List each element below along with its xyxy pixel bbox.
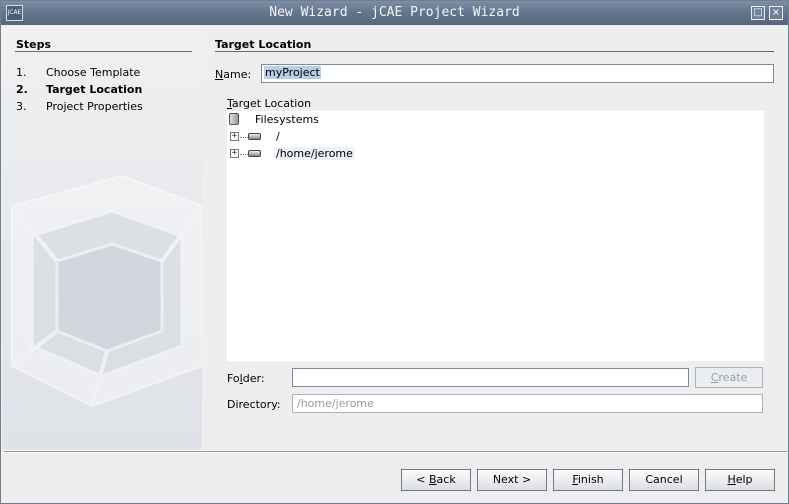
tree-node-label: /home/jerome	[274, 147, 355, 160]
target-location-label-rest: arget Location	[231, 97, 312, 110]
tree-connector	[240, 154, 248, 155]
name-label-rest: ame:	[223, 68, 252, 81]
tree-root-label: Filesystems	[255, 113, 319, 126]
tree-connector	[240, 137, 248, 138]
filesystems-icon	[229, 113, 239, 125]
create-button[interactable]: Create	[695, 367, 763, 388]
target-location-label: Target Location	[227, 97, 312, 110]
directory-label: Directory:	[227, 398, 281, 411]
create-label-rest: reate	[718, 371, 748, 384]
tree-root-filesystems[interactable]: Filesystems	[229, 112, 429, 128]
folder-label: Folder:	[227, 372, 265, 385]
step-target-location: 2. Target Location	[16, 83, 196, 97]
back-button[interactable]: < Back	[401, 469, 471, 491]
cube-watermark-image	[10, 174, 202, 408]
tree-node-label: /	[276, 130, 280, 143]
wizard-window: jCAE New Wizard - jCAE Project Wizard □ …	[0, 0, 789, 504]
step-number: 1.	[16, 66, 27, 79]
expand-icon[interactable]: +	[230, 149, 239, 158]
steps-panel: Steps 1. Choose Template 2. Target Locat…	[2, 26, 202, 449]
step-number: 3.	[16, 100, 27, 113]
tree-node-root[interactable]: + /	[229, 129, 429, 145]
step-label: Project Properties	[46, 100, 143, 113]
title-bar[interactable]: jCAE New Wizard - jCAE Project Wizard □ …	[1, 1, 788, 25]
help-button[interactable]: Help	[705, 469, 775, 491]
next-button[interactable]: Next >	[477, 469, 547, 491]
folder-input[interactable]	[292, 368, 689, 387]
step-number: 2.	[16, 83, 28, 96]
drive-icon	[248, 133, 261, 140]
folder-label-pre: Fo	[227, 372, 240, 385]
help-label-rest: elp	[735, 473, 753, 486]
name-label: Name:	[215, 68, 252, 81]
steps-heading: Steps	[16, 38, 52, 51]
back-label-pre: <	[416, 473, 429, 486]
directory-field: /home/jerome	[292, 394, 763, 413]
finish-label-rest: inish	[577, 473, 604, 486]
back-label-rest: ack	[436, 473, 456, 486]
step-project-properties: 3. Project Properties	[16, 100, 196, 114]
steps-divider	[15, 51, 192, 52]
window-title: New Wizard - jCAE Project Wizard	[269, 5, 520, 20]
expand-icon[interactable]: +	[230, 132, 239, 141]
finish-button[interactable]: Finish	[553, 469, 623, 491]
drive-icon	[248, 150, 261, 157]
filesystem-tree[interactable]: Filesystems + / + /home/jerome	[227, 111, 764, 361]
section-divider	[215, 51, 774, 52]
step-choose-template: 1. Choose Template	[16, 66, 196, 80]
step-label: Choose Template	[46, 66, 141, 79]
restore-button[interactable]: □	[751, 6, 765, 20]
section-heading: Target Location	[215, 38, 312, 51]
tree-node-home[interactable]: + /home/jerome	[229, 146, 429, 162]
step-label: Target Location	[46, 83, 143, 96]
folder-label-rest: der:	[242, 372, 265, 385]
button-bar-divider-highlight	[4, 452, 787, 453]
name-input-value: myProject	[264, 66, 321, 79]
cancel-button[interactable]: Cancel	[629, 469, 699, 491]
name-input[interactable]: myProject	[261, 64, 774, 83]
close-button[interactable]: ×	[769, 6, 783, 20]
